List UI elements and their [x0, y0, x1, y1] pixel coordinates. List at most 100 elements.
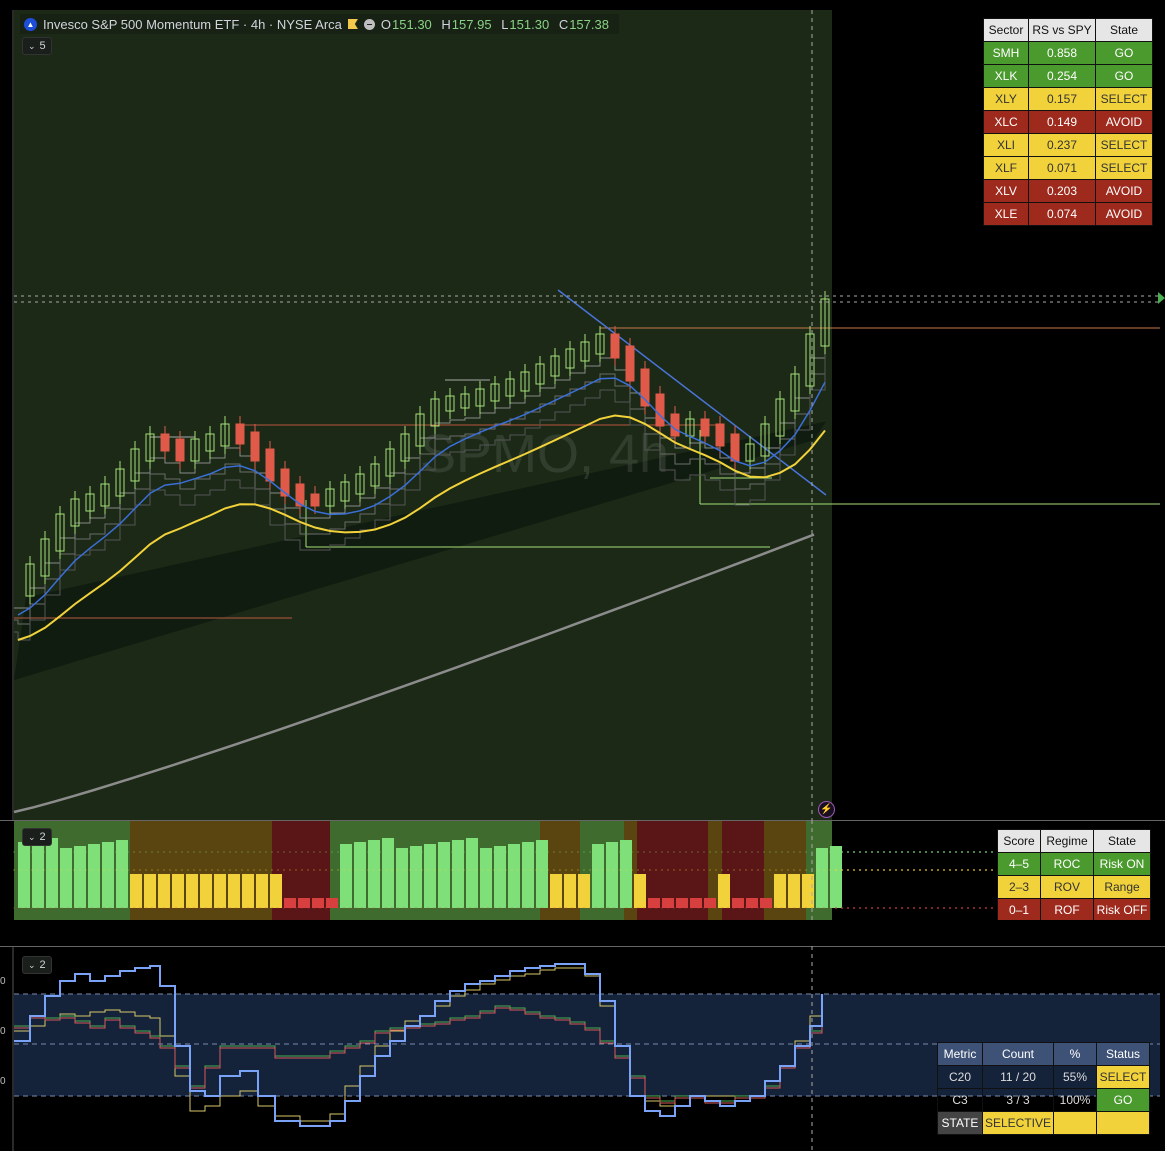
- regime-dot: [529, 851, 531, 853]
- regime-bar: [732, 898, 744, 908]
- rs-value-cell: 0.074: [1028, 202, 1096, 226]
- regime-dot: [973, 851, 975, 853]
- regime-dot: [181, 907, 183, 909]
- regime-dot: [973, 869, 975, 871]
- regime-dot: [283, 869, 285, 871]
- regime-pane[interactable]: ⌄ 2 Score Regime State 4–5 ROC Risk ON 2…: [0, 820, 1165, 920]
- regime-dot: [697, 907, 699, 909]
- regime-dot: [595, 869, 597, 871]
- regime-dot: [385, 869, 387, 871]
- symbol-watermark: SPMO, 4h: [420, 424, 669, 484]
- regime-dot: [553, 869, 555, 871]
- regime-collapse-button[interactable]: ⌄ 2: [22, 828, 52, 846]
- regime-dot: [625, 869, 627, 871]
- regime-dot: [469, 907, 471, 909]
- regime-dot: [583, 907, 585, 909]
- regime-dot: [79, 907, 81, 909]
- regime-dot: [475, 869, 477, 871]
- regime-dot: [415, 869, 417, 871]
- state-cell: SELECT: [1095, 156, 1153, 180]
- symbol-title[interactable]: Invesco S&P 500 Momentum ETF · 4h · NYSE…: [43, 17, 342, 32]
- regime-dot: [919, 869, 921, 871]
- regime-dot: [685, 907, 687, 909]
- regime-dot: [913, 869, 915, 871]
- regime-dot: [499, 869, 501, 871]
- regime-dot: [643, 907, 645, 909]
- regime-dot: [841, 907, 843, 909]
- regime-dot: [181, 851, 183, 853]
- status-dot-icon[interactable]: [363, 18, 375, 30]
- regime-dot: [451, 869, 453, 871]
- regime-dot: [613, 869, 615, 871]
- state-cell: AVOID: [1095, 110, 1153, 134]
- regime-dot: [271, 869, 273, 871]
- regime-dot: [97, 869, 99, 871]
- breadth-collapse-button[interactable]: ⌄ 2: [22, 956, 52, 974]
- regime-dot: [139, 851, 141, 853]
- regime-bar: [116, 840, 128, 908]
- regime-dot: [931, 907, 933, 909]
- regime-bar: [158, 874, 170, 908]
- regime-dot: [115, 869, 117, 871]
- regime-dot: [643, 869, 645, 871]
- symbol-header[interactable]: ▲ Invesco S&P 500 Momentum ETF · 4h · NY…: [20, 14, 619, 34]
- regime-dot: [463, 869, 465, 871]
- state-header-cell: State: [1095, 18, 1153, 42]
- regime-dot: [619, 851, 621, 853]
- regime-dot: [631, 907, 633, 909]
- regime-dot: [397, 907, 399, 909]
- regime-dot: [877, 869, 879, 871]
- regime-dot: [985, 907, 987, 909]
- regime-dot: [601, 869, 603, 871]
- flag-icon[interactable]: [347, 19, 358, 29]
- lightning-icon[interactable]: ⚡: [818, 801, 835, 818]
- regime-dot: [775, 851, 777, 853]
- regime-histogram[interactable]: [0, 820, 1165, 920]
- regime-dot: [481, 851, 483, 853]
- regime-dot: [349, 869, 351, 871]
- regime-dot: [301, 851, 303, 853]
- indicators-collapse-button[interactable]: ⌄ 5: [22, 37, 52, 55]
- regime-dot: [403, 907, 405, 909]
- regime-dot: [667, 907, 669, 909]
- chevron-down-icon: ⌄: [28, 40, 36, 51]
- rs-value-cell: 0.254: [1028, 64, 1096, 88]
- regime-dot: [295, 907, 297, 909]
- regime-dot: [949, 907, 951, 909]
- regime-dot: [199, 851, 201, 853]
- regime-dot: [325, 851, 327, 853]
- regime-dot: [859, 851, 861, 853]
- regime-dot: [691, 869, 693, 871]
- breadth-pane[interactable]: 0 0 0 ⌄ 2 Metric Count % Status C20 11 /…: [0, 946, 1165, 1151]
- regime-bar: [508, 844, 520, 908]
- regime-dot: [829, 851, 831, 853]
- regime-dot: [631, 869, 633, 871]
- regime-dot: [391, 869, 393, 871]
- rs-value-cell: 0.203: [1028, 179, 1096, 203]
- regime-dot: [199, 869, 201, 871]
- regime-dot: [703, 869, 705, 871]
- regime-dot: [25, 907, 27, 909]
- regime-dot: [715, 869, 717, 871]
- session-background: [14, 10, 832, 820]
- regime-dot: [925, 851, 927, 853]
- regime-dot: [13, 907, 15, 909]
- regime-dot: [577, 869, 579, 871]
- regime-dot: [751, 851, 753, 853]
- regime-dot: [499, 851, 501, 853]
- regime-dot: [247, 851, 249, 853]
- regime-dot: [889, 907, 891, 909]
- regime-dot: [577, 851, 579, 853]
- regime-dot: [25, 851, 27, 853]
- regime-dot: [451, 851, 453, 853]
- regime-dot: [523, 869, 525, 871]
- regime-dot: [73, 851, 75, 853]
- regime-dot: [211, 907, 213, 909]
- regime-dot: [739, 851, 741, 853]
- regime-dot: [655, 869, 657, 871]
- price-pane[interactable]: SPMO, 4h ▲ Invesco S&P 500 Momentum ETF …: [0, 0, 1165, 820]
- regime-dot: [151, 907, 153, 909]
- regime-dot: [661, 869, 663, 871]
- regime-dot: [379, 869, 381, 871]
- regime-bar: [144, 874, 156, 908]
